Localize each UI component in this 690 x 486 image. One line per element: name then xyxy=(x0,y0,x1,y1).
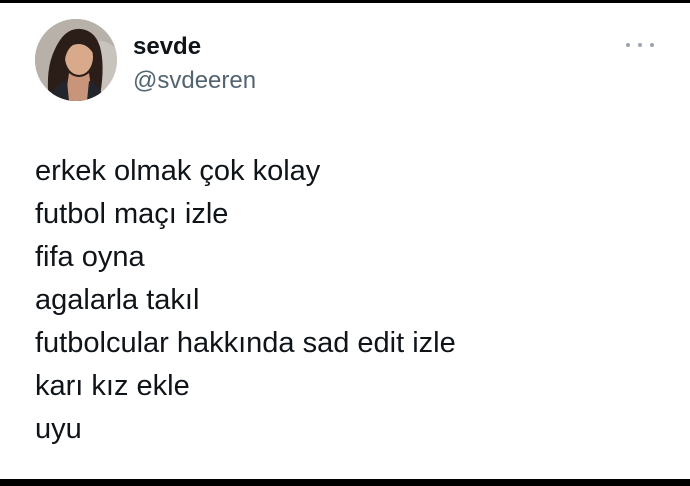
tweet-card: sevde @svdeeren erkek olmak çok kolay fu… xyxy=(0,3,690,479)
profile-photo-icon xyxy=(35,19,117,101)
avatar[interactable] xyxy=(35,19,117,101)
more-dot xyxy=(638,43,642,47)
tweet-line: fifa oyna xyxy=(35,241,145,273)
author-handle[interactable]: @svdeeren xyxy=(133,66,256,96)
tweet-line: karı kız ekle xyxy=(35,370,190,402)
more-dot xyxy=(626,43,630,47)
tweet-line: uyu xyxy=(35,413,82,445)
more-dot xyxy=(650,43,654,47)
tweet-line: futbol maçı izle xyxy=(35,198,229,230)
author-display-name[interactable]: sevde xyxy=(133,32,201,62)
tweet-line: futbolcular hakkında sad edit izle xyxy=(35,327,456,359)
tweet-line: erkek olmak çok kolay xyxy=(35,155,321,187)
tweet-line: agalarla takıl xyxy=(35,284,200,316)
more-options-icon[interactable] xyxy=(624,33,656,57)
tweet-text: erkek olmak çok kolay futbol maçı izle f… xyxy=(35,150,655,451)
